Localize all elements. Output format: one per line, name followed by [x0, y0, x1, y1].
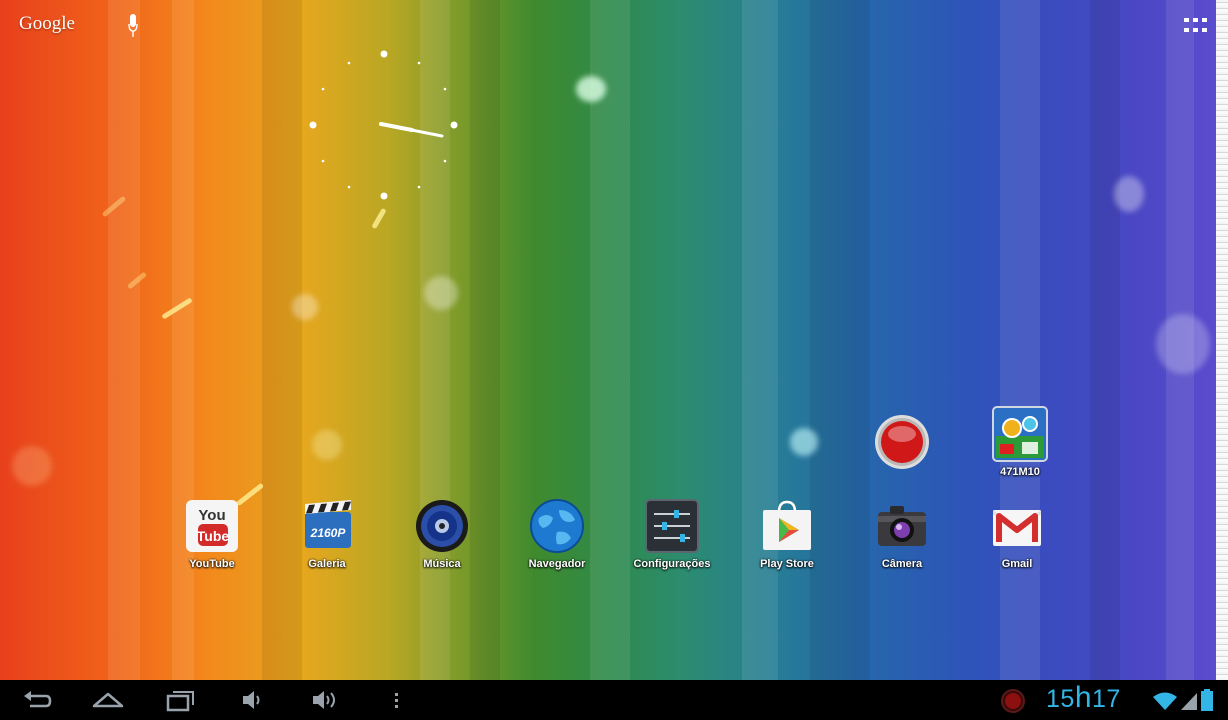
app-label: YouTube — [189, 558, 235, 570]
play-store-icon — [763, 500, 811, 550]
volume-up-icon[interactable] — [310, 684, 340, 716]
screenshot-app-icon — [992, 406, 1048, 462]
status-minutes: 17 — [1092, 685, 1121, 713]
browser-icon — [530, 499, 584, 553]
camera-icon — [878, 506, 926, 546]
app-label: Música — [423, 558, 461, 570]
signal-icon — [1181, 693, 1197, 710]
app-label: Câmera — [881, 558, 923, 570]
home-icon[interactable] — [90, 684, 126, 716]
app-record[interactable] — [854, 414, 950, 474]
right-edge-artifact — [1216, 0, 1228, 680]
gallery-badge-text: 2160P — [310, 526, 347, 540]
gallery-icon: 2160P — [305, 500, 351, 548]
status-hours: 15 — [1046, 685, 1075, 713]
record-icon — [875, 415, 929, 469]
home-screen: Google 471M10 You Tube YouTube 2160P Gal… — [0, 0, 1216, 680]
recent-apps-icon[interactable] — [164, 684, 198, 716]
menu-icon[interactable] — [390, 684, 404, 716]
app-navegador[interactable]: Navegador — [509, 498, 605, 570]
app-musica[interactable]: Música — [394, 498, 490, 570]
wifi-icon — [1153, 692, 1177, 710]
apps-grid-icon[interactable] — [1184, 18, 1208, 34]
app-gmail[interactable]: Gmail — [969, 498, 1065, 570]
app-configuracoes[interactable]: Configurações — [624, 498, 720, 570]
gmail-icon — [993, 510, 1041, 546]
app-play-store[interactable]: Play Store — [739, 498, 835, 570]
app-youtube[interactable]: You Tube YouTube — [164, 498, 260, 570]
analog-clock-widget[interactable] — [304, 44, 464, 204]
back-icon[interactable] — [20, 684, 54, 716]
youtube-tube-text: Tube — [197, 528, 230, 544]
navigation-bar — [0, 680, 1228, 720]
mic-icon[interactable] — [128, 14, 138, 38]
app-label: Play Store — [760, 558, 814, 570]
settings-icon — [645, 499, 699, 553]
youtube-icon: You Tube — [186, 500, 238, 552]
youtube-you-text: You — [198, 507, 225, 524]
status-clock[interactable]: 15h17 — [1046, 681, 1121, 715]
volume-down-icon[interactable] — [240, 684, 264, 716]
app-label: Galeria — [308, 558, 346, 570]
status-h-separator: h — [1074, 681, 1092, 714]
music-icon — [416, 500, 468, 552]
battery-icon — [1201, 689, 1213, 711]
app-471m10[interactable]: 471M10 — [972, 406, 1068, 478]
app-camera[interactable]: Câmera — [854, 498, 950, 570]
app-label: 471M10 — [1000, 466, 1040, 478]
app-label: Navegador — [528, 558, 586, 570]
google-search-logo[interactable]: Google — [19, 13, 75, 35]
app-label: Gmail — [1001, 558, 1033, 570]
app-galeria[interactable]: 2160P Galeria — [279, 498, 375, 570]
recording-indicator-icon[interactable] — [1000, 688, 1026, 714]
app-label: Configurações — [633, 558, 711, 570]
